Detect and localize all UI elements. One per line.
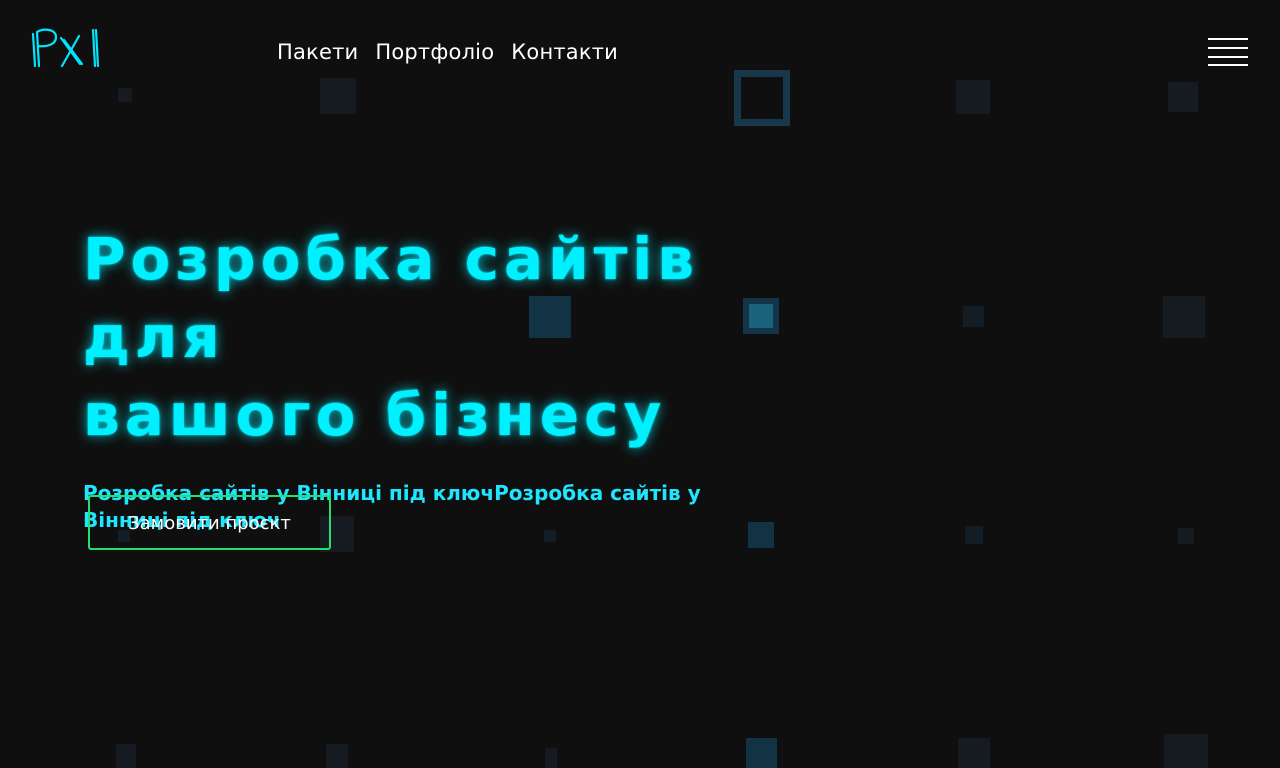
hero-title-line-1: Розробка сайтів для [83,225,699,371]
bg-square [1163,296,1205,338]
bg-square [1164,734,1208,768]
order-project-button[interactable]: Замовити проєкт [88,495,331,550]
hamburger-line [1208,47,1248,49]
bg-square [963,306,984,327]
nav-item-contacts[interactable]: Контакти [511,36,618,68]
hero-title-line-2: вашого бізнесу [83,381,667,449]
hamburger-menu-icon[interactable] [1208,38,1248,66]
bg-square [746,738,777,768]
bg-square [326,744,348,768]
hamburger-line [1208,38,1248,40]
bg-square [545,748,557,768]
hero-section: Розробка сайтів для вашого бізнесу Розро… [83,220,843,534]
page: Пакети Портфоліо Контакти Розробка сайті… [0,0,1280,768]
site-header: Пакети Портфоліо Контакти [0,0,1280,100]
nav-item-portfolio[interactable]: Портфоліо [375,36,494,68]
hamburger-line [1208,64,1248,66]
bg-square [1178,528,1194,544]
bg-square [965,526,983,544]
pxi-logo-icon [31,28,100,68]
logo[interactable] [30,26,104,70]
hamburger-line [1208,56,1248,58]
nav-item-packages[interactable]: Пакети [277,36,358,68]
bg-square [116,744,136,768]
main-nav: Пакети Портфоліо Контакти [277,36,618,68]
bg-square [958,738,990,768]
hero-title: Розробка сайтів для вашого бізнесу [83,220,843,454]
